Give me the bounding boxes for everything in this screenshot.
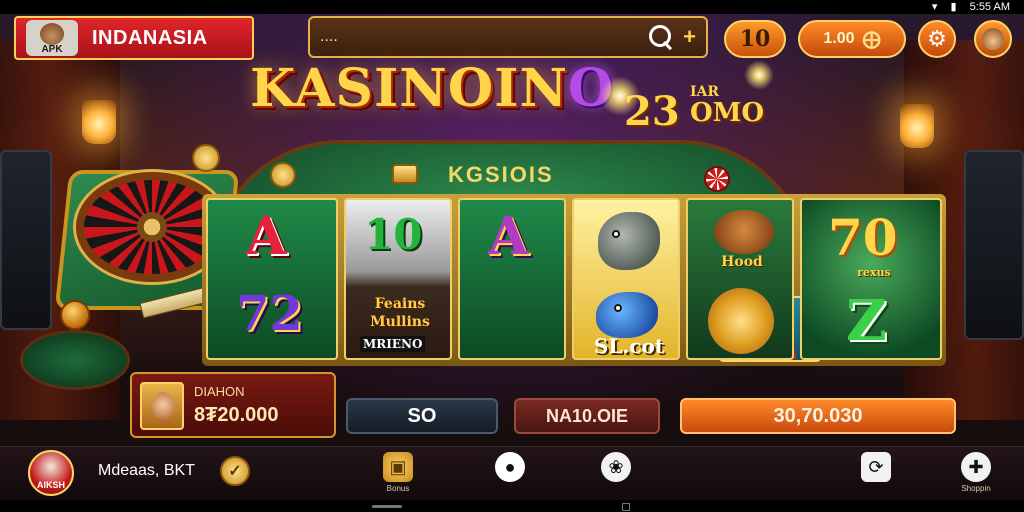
- mascot-icon: [40, 23, 64, 45]
- bet-button[interactable]: SO: [346, 398, 498, 434]
- reel-6-caption: rexus: [857, 266, 891, 279]
- system-nav-bar: [0, 500, 1024, 512]
- side-table: [20, 330, 130, 390]
- symbol-number: 72: [236, 286, 303, 342]
- wifi-icon: ▾: [931, 1, 938, 13]
- nav-avatar[interactable]: AIKSH: [28, 450, 74, 496]
- share-icon: ⟳: [861, 452, 891, 482]
- reel-4[interactable]: SL.cot: [572, 198, 680, 360]
- grey-fish-icon: [598, 212, 660, 270]
- sparkle-icon: [600, 76, 640, 116]
- add-icon[interactable]: +: [683, 24, 696, 50]
- avatar-icon: [982, 28, 1004, 50]
- symbol-letter-a: A: [246, 206, 287, 267]
- balance-value: 1.00: [823, 30, 855, 47]
- fish-eye: [614, 304, 622, 312]
- reel-1[interactable]: A 72: [206, 198, 338, 360]
- coins-counter[interactable]: 10: [724, 20, 786, 58]
- plus-icon: ✚: [961, 452, 991, 482]
- balance-pill[interactable]: 1.00 ⨁: [798, 20, 906, 58]
- fish-eye: [612, 230, 620, 238]
- player-avatar: [140, 382, 184, 430]
- reel-3[interactable]: A: [458, 198, 822, 362]
- recents-button[interactable]: [622, 503, 630, 511]
- symbol-seventy: 70: [828, 208, 898, 267]
- player-card[interactable]: DIAHON 8₮20.000: [130, 372, 336, 438]
- symbol-letter-z: Z: [846, 288, 887, 354]
- add-funds-icon: ⨁: [862, 28, 881, 49]
- search-input[interactable]: [320, 28, 648, 46]
- symbol-ten: 10: [364, 210, 423, 259]
- nav-item-label: Shoppin: [961, 484, 991, 493]
- right-lamp: [900, 104, 934, 148]
- nav-item-shop[interactable]: ✚ Shoppin: [946, 452, 1006, 496]
- right-slot-machine: [964, 150, 1024, 340]
- feature-line-1: Feains: [374, 296, 426, 312]
- feature-line-2: Mullins: [370, 314, 430, 330]
- reel-2[interactable]: 10 Feains Mullins MRIENO: [344, 198, 452, 360]
- status-bar: ▾ ▮ 5:55 AM: [0, 0, 1024, 14]
- player-name: DIAHON: [194, 384, 245, 399]
- status-time: 5:55 AM: [969, 1, 1010, 13]
- brand-name: INDANASIA: [92, 26, 208, 49]
- gear-icon: ⚙: [927, 26, 947, 51]
- home-icon: ●: [495, 452, 525, 482]
- nav-item-bonus[interactable]: ▣ Bonus: [368, 452, 428, 496]
- search-bar[interactable]: +: [308, 16, 708, 58]
- search-icon[interactable]: [647, 23, 675, 51]
- nav-item-share[interactable]: ⟳: [846, 452, 906, 496]
- dog-icon: [714, 210, 774, 254]
- nav-item-games[interactable]: ❀: [586, 452, 646, 496]
- nav-user-name: Mdeaas, BKT: [98, 462, 195, 479]
- promo-word: OMO: [690, 98, 765, 128]
- left-lamp: [82, 100, 116, 144]
- bonus-icon: ▣: [383, 452, 413, 482]
- nav-item-label: Bonus: [386, 484, 410, 493]
- table-label: KGSIOIS: [448, 162, 554, 187]
- brand-banner[interactable]: APK INDANASIA: [14, 16, 254, 60]
- left-slot-machine: [0, 150, 52, 330]
- feature-tag: MRIENO: [360, 336, 426, 352]
- title-part-1: KASINO: [250, 58, 495, 119]
- pendant-icon: [60, 300, 90, 330]
- brand-logo: APK: [26, 20, 78, 56]
- flower-icon: ❀: [601, 452, 631, 482]
- coin-icon[interactable]: ✓: [220, 456, 250, 486]
- poker-chip-icon: [704, 166, 730, 192]
- nav-item-home[interactable]: ●: [480, 452, 540, 496]
- battery-icon: ▮: [950, 1, 957, 13]
- sparkle-icon: [744, 60, 774, 90]
- spin-button[interactable]: 30,70.030: [680, 398, 956, 434]
- settings-button[interactable]: ⚙: [918, 20, 956, 58]
- home-handle[interactable]: [372, 505, 402, 508]
- nav-avatar-label: AIKSH: [36, 480, 65, 490]
- profile-button[interactable]: [974, 20, 1012, 58]
- brand-badge: APK: [41, 44, 63, 55]
- win-display[interactable]: NA10.OIE: [514, 398, 660, 434]
- symbol-letter-a: A: [488, 206, 529, 267]
- blue-dolphin-icon: [596, 292, 658, 338]
- promo-badge: 23 IAR OMO: [624, 84, 794, 140]
- gold-coin-icon: [192, 144, 220, 172]
- player-amount: 8₮20.000: [194, 404, 279, 426]
- reel-6[interactable]: 70 rexus Z: [800, 198, 942, 360]
- reel-5-caption: Hood: [721, 254, 763, 270]
- slot-reels[interactable]: A 72 10 Feains Mullins MRIENO A SL.cot H…: [202, 194, 946, 366]
- gold-coin-icon: [270, 162, 296, 188]
- gold-bar-icon: [392, 164, 418, 184]
- reel-4-caption: SL.cot: [593, 334, 665, 358]
- reel-5[interactable]: Hood: [686, 198, 794, 360]
- title-part-2: IN: [494, 58, 568, 119]
- lion-icon: [708, 288, 774, 354]
- game-title: KASINOINO: [250, 58, 614, 119]
